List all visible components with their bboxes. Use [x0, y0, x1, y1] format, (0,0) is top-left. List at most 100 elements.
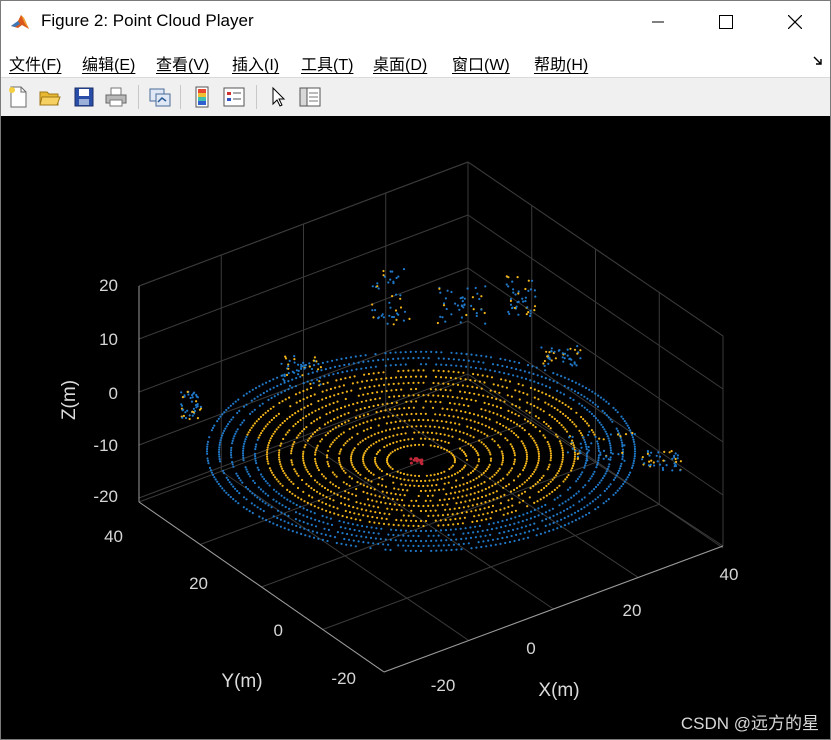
- cloud-point: [442, 544, 445, 547]
- cloud-point: [392, 282, 395, 285]
- cloud-point: [359, 441, 362, 444]
- cloud-point: [585, 448, 588, 451]
- menu-window[interactable]: 窗口(W): [452, 51, 510, 75]
- cloud-point: [489, 517, 492, 520]
- cloud-point: [510, 497, 514, 500]
- cloud-point: [316, 444, 319, 447]
- cloud-point: [533, 470, 536, 473]
- colorbar-icon[interactable]: [190, 85, 214, 109]
- cloud-point: [346, 532, 349, 536]
- maximize-button[interactable]: [703, 0, 749, 44]
- cloud-point: [581, 385, 584, 388]
- pointer-icon[interactable]: [266, 85, 290, 109]
- cloud-point: [278, 458, 281, 461]
- menu-file[interactable]: 文件(F): [9, 51, 61, 75]
- cloud-point: [377, 287, 380, 290]
- cloud-point: [609, 456, 612, 459]
- point-cloud-plot[interactable]: 20 10 0 -10 -20 40 20 0 -20 -20 0 20 40 …: [1, 116, 830, 739]
- cloud-point: [314, 457, 317, 461]
- cloud-point: [603, 428, 606, 431]
- cloud-point: [559, 410, 562, 413]
- cloud-point: [579, 432, 583, 435]
- cloud-point: [510, 467, 514, 470]
- cloud-point: [388, 474, 392, 477]
- cloud-point: [329, 387, 332, 391]
- cloud-point: [367, 470, 371, 473]
- cloud-point: [406, 489, 409, 492]
- cloud-point: [491, 427, 494, 431]
- cloud-point: [371, 391, 374, 395]
- close-button[interactable]: [772, 0, 818, 44]
- cloud-point: [260, 432, 263, 435]
- cloud-point: [586, 459, 589, 462]
- cloud-point: [205, 450, 209, 453]
- cloud-point: [219, 439, 222, 442]
- cloud-point: [673, 465, 676, 468]
- cloud-point: [372, 404, 375, 408]
- cloud-point: [350, 517, 353, 520]
- menu-help[interactable]: 帮助(H): [534, 51, 588, 75]
- cloud-point: [473, 492, 476, 495]
- open-file-icon[interactable]: [38, 85, 62, 109]
- cloud-point: [600, 479, 603, 482]
- cloud-point: [511, 374, 515, 377]
- cloud-point: [602, 398, 605, 401]
- cloud-point: [489, 459, 492, 462]
- cloud-point: [310, 367, 314, 371]
- save-icon[interactable]: [72, 85, 96, 109]
- cloud-point: [573, 453, 577, 456]
- cloud-point: [367, 531, 370, 534]
- cloud-point: [440, 471, 443, 474]
- cloud-point: [340, 422, 343, 426]
- menu-view[interactable]: 查看(V): [156, 51, 209, 75]
- axes-area[interactable]: 20 10 0 -10 -20 40 20 0 -20 -20 0 20 40 …: [1, 116, 830, 739]
- cloud-point: [380, 390, 383, 393]
- menu-edit[interactable]: 编辑(E): [82, 51, 135, 75]
- cloud-point: [499, 502, 502, 505]
- minimize-button[interactable]: [635, 0, 681, 44]
- cloud-point: [377, 506, 380, 509]
- cloud-point: [218, 448, 221, 451]
- cloud-point: [258, 498, 261, 501]
- cloud-point: [673, 456, 676, 459]
- property-inspector-icon[interactable]: [298, 85, 322, 109]
- cloud-point: [593, 470, 596, 473]
- menu-desktop[interactable]: 桌面(D): [373, 51, 427, 75]
- cloud-point: [368, 504, 371, 507]
- cloud-point: [528, 496, 531, 499]
- cloud-point: [314, 460, 317, 463]
- cloud-point: [483, 311, 486, 315]
- cloud-point: [486, 434, 489, 437]
- cloud-point: [455, 548, 458, 551]
- cloud-point: [402, 319, 405, 322]
- menu-tools[interactable]: 工具(T): [301, 51, 353, 75]
- print-icon[interactable]: [104, 85, 128, 109]
- cloud-point: [414, 539, 417, 543]
- legend-icon[interactable]: [222, 85, 246, 109]
- cloud-point: [498, 446, 501, 449]
- cloud-point: [460, 537, 463, 541]
- cloud-point: [605, 400, 608, 403]
- cloud-point: [329, 430, 332, 433]
- cloud-point: [449, 376, 452, 379]
- cloud-point: [476, 292, 479, 295]
- cloud-point: [495, 509, 498, 513]
- cloud-point: [474, 536, 477, 539]
- dock-arrow-icon[interactable]: [813, 56, 823, 66]
- cloud-point: [302, 450, 305, 453]
- cloud-point: [445, 449, 449, 452]
- cloud-point: [589, 477, 592, 480]
- cloud-point: [552, 521, 555, 524]
- cloud-point: [469, 471, 472, 474]
- menu-insert[interactable]: 插入(I): [232, 51, 279, 75]
- cloud-point: [272, 473, 275, 477]
- new-figure-icon[interactable]: [6, 85, 30, 109]
- cloud-point: [281, 484, 284, 487]
- cloud-point: [536, 406, 539, 409]
- cloud-point: [370, 480, 373, 483]
- cloud-point: [445, 539, 448, 542]
- cloud-point: [567, 473, 570, 477]
- cloud-point: [442, 382, 445, 385]
- cloud-point: [578, 517, 581, 520]
- link-plot-icon[interactable]: [148, 85, 172, 109]
